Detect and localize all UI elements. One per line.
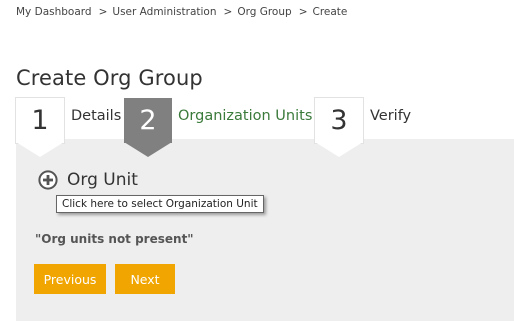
next-button[interactable]: Next [115, 264, 175, 294]
breadcrumb-separator: > [98, 6, 108, 18]
breadcrumb-separator: > [298, 6, 308, 18]
add-org-unit-label[interactable]: Org Unit [67, 170, 138, 190]
step-2-number: 2 [139, 105, 157, 136]
breadcrumb: My Dashboard > User Administration > Org… [16, 6, 347, 18]
step-1-label[interactable]: Details [71, 108, 121, 124]
step-notch [124, 142, 172, 157]
page-title: Create Org Group [16, 66, 203, 91]
step-3-indicator[interactable]: 3 [315, 98, 363, 157]
add-org-unit-tooltip: Click here to select Organization Unit [56, 195, 264, 213]
empty-state-message: "Org units not present" [35, 232, 194, 246]
breadcrumb-separator: > [223, 6, 233, 18]
step-3-number: 3 [330, 105, 348, 136]
breadcrumb-dashboard[interactable]: My Dashboard [16, 6, 92, 18]
step-1-indicator[interactable]: 1 [16, 98, 64, 157]
breadcrumb-create: Create [312, 6, 348, 18]
step-3-label[interactable]: Verify [370, 108, 411, 124]
breadcrumb-org-group[interactable]: Org Group [237, 6, 291, 18]
add-org-unit-button[interactable]: Org Unit [38, 170, 138, 190]
breadcrumb-user-administration[interactable]: User Administration [112, 6, 216, 18]
step-2-indicator[interactable]: 2 [124, 98, 172, 157]
plus-circle-icon[interactable] [38, 170, 58, 190]
previous-button[interactable]: Previous [34, 264, 106, 294]
step-notch [315, 142, 363, 157]
step-2-label[interactable]: Organization Units [178, 108, 312, 124]
step-notch [16, 142, 64, 157]
step-1-number: 1 [31, 105, 49, 136]
